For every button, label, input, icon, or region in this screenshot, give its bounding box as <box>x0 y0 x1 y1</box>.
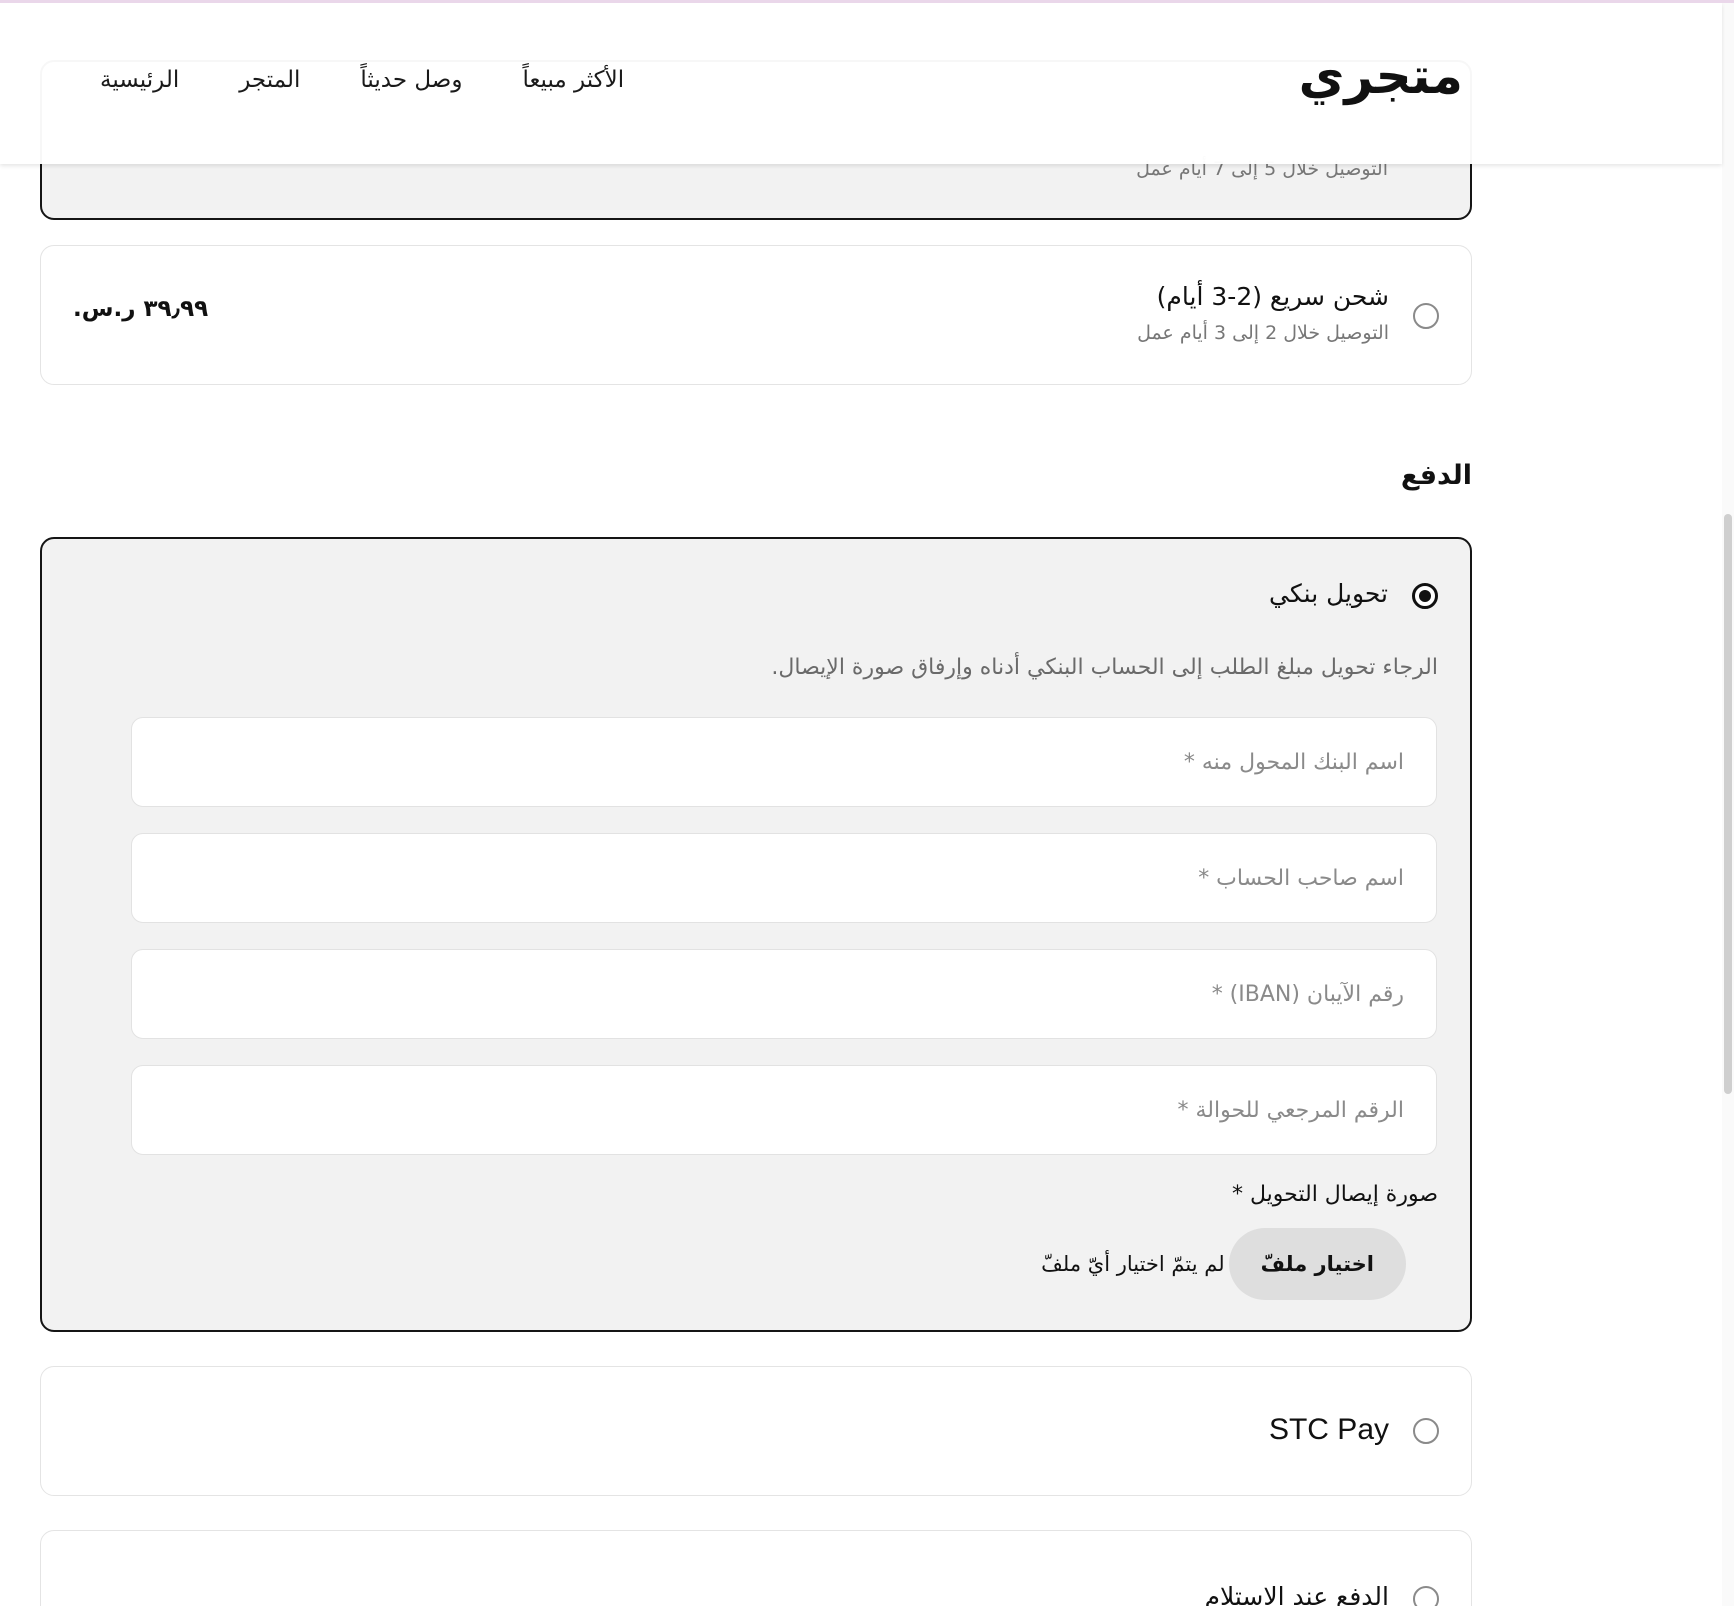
shipping-option-express[interactable]: شحن سريع (2-3 أيام) التوصيل خلال 2 إلى 3… <box>40 245 1472 385</box>
shipping-express-radio[interactable] <box>1413 303 1439 329</box>
main-nav: الرئيسية المتجر وصل حديثاً الأكثر مبيعاً <box>100 67 624 93</box>
cod-title: الدفع عند الاستلام <box>1204 1582 1389 1606</box>
shipping-express-price: ٣٩٫٩٩ ر.س. <box>73 296 209 322</box>
nav-link-best-sellers[interactable]: الأكثر مبيعاً <box>522 67 624 93</box>
stc-pay-radio[interactable] <box>1413 1418 1439 1444</box>
page-scrollbar[interactable] <box>1722 0 1734 1606</box>
receipt-file-input: اختيار ملفّ لم يتمّ اختيار أيّ ملفّ <box>1041 1228 1406 1300</box>
stc-pay-title: STC Pay <box>1268 1413 1389 1446</box>
scrollbar-thumb[interactable] <box>1724 514 1732 1094</box>
payment-option-stc-pay[interactable]: STC Pay <box>40 1366 1472 1496</box>
bank-name-field[interactable] <box>131 717 1437 807</box>
shipping-express-subtitle: التوصيل خلال 2 إلى 3 أيام عمل <box>1137 322 1389 344</box>
payment-section-title: الدفع <box>1400 460 1472 491</box>
iban-field[interactable] <box>131 949 1437 1039</box>
payment-option-bank-transfer[interactable]: تحويل بنكي الرجاء تحويل مبلغ الطلب إلى ا… <box>40 537 1472 1332</box>
site-header: متجري الرئيسية المتجر وصل حديثاً الأكثر … <box>0 3 1722 164</box>
cod-radio[interactable] <box>1413 1586 1439 1606</box>
payment-option-cod[interactable]: الدفع عند الاستلام <box>40 1530 1472 1606</box>
bank-transfer-radio[interactable] <box>1412 583 1438 609</box>
account-holder-field[interactable] <box>131 833 1437 923</box>
shipping-express-title: شحن سريع (2-3 أيام) <box>1156 282 1389 311</box>
file-status-text: لم يتمّ اختيار أيّ ملفّ <box>1041 1252 1225 1276</box>
transfer-reference-field[interactable] <box>131 1065 1437 1155</box>
nav-link-home[interactable]: الرئيسية <box>100 67 179 93</box>
choose-file-button[interactable]: اختيار ملفّ <box>1228 1228 1406 1300</box>
receipt-upload-label: صورة إيصال التحويل * <box>1232 1182 1438 1207</box>
nav-link-new-arrivals[interactable]: وصل حديثاً <box>360 67 462 93</box>
checkout-page: متجري الرئيسية المتجر وصل حديثاً الأكثر … <box>0 0 1734 1606</box>
nav-link-shop[interactable]: المتجر <box>239 67 300 93</box>
bank-transfer-title: تحويل بنكي <box>1269 579 1388 608</box>
bank-transfer-instructions: الرجاء تحويل مبلغ الطلب إلى الحساب البنك… <box>771 655 1438 680</box>
top-accent-bar <box>0 0 1734 3</box>
store-logo[interactable]: متجري <box>1299 51 1463 101</box>
